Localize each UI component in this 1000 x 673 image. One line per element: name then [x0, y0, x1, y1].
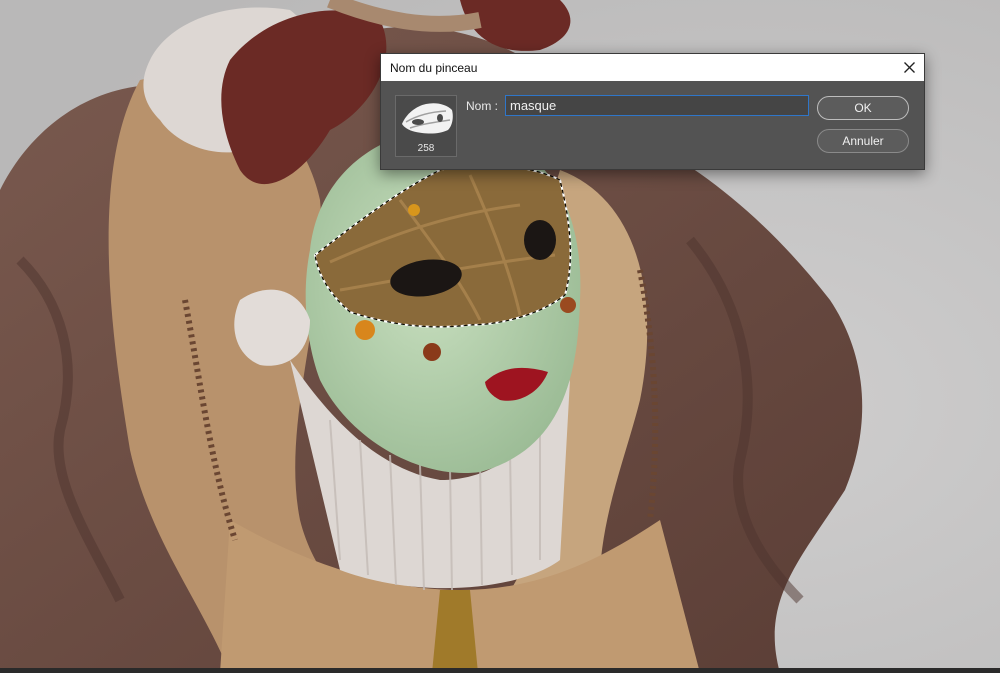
- brush-name-dialog: Nom du pinceau 258 Nom : OK Annuler: [380, 53, 925, 170]
- name-label: Nom :: [466, 99, 499, 113]
- mask-brush-tip-icon: [402, 103, 453, 134]
- mask-eye-hole: [524, 220, 556, 260]
- close-button[interactable]: [894, 54, 924, 81]
- jewel: [423, 343, 441, 361]
- jewel: [355, 320, 375, 340]
- canvas-bottom-strip: [0, 668, 1000, 673]
- brush-name-input[interactable]: [505, 95, 809, 116]
- jewel: [408, 204, 420, 216]
- dialog-title: Nom du pinceau: [390, 61, 478, 75]
- dialog-titlebar[interactable]: Nom du pinceau: [381, 54, 924, 81]
- brush-preview: 258: [395, 95, 457, 157]
- brush-size-label: 258: [417, 143, 435, 154]
- ok-button[interactable]: OK: [817, 96, 909, 120]
- jewel: [560, 297, 576, 313]
- cancel-button[interactable]: Annuler: [817, 129, 909, 153]
- close-icon: [903, 62, 915, 73]
- gold-clasp: [432, 590, 478, 673]
